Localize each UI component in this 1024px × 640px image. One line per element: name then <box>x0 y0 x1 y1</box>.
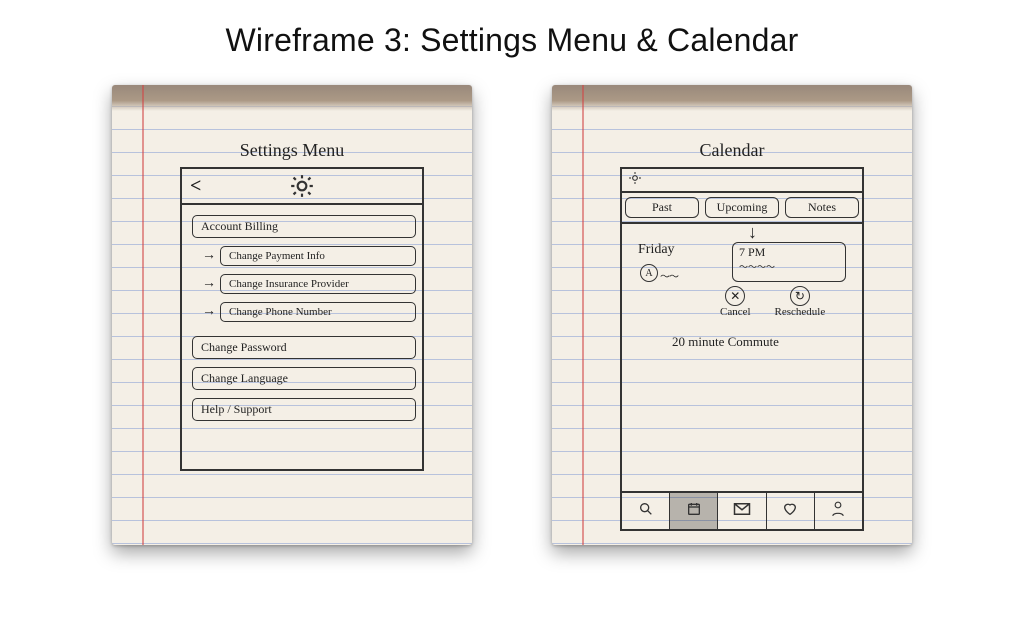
arrow-right-icon: → <box>202 276 216 292</box>
gear-icon[interactable] <box>289 173 315 204</box>
search-icon <box>638 501 654 522</box>
cancel-button[interactable]: ✕ Cancel <box>720 286 751 318</box>
cancel-label: Cancel <box>720 306 751 318</box>
tab-notes[interactable]: Notes <box>785 197 859 218</box>
calendar-icon <box>686 501 702 522</box>
menu-change-password[interactable]: Change Password <box>192 336 416 359</box>
nav-favorites[interactable] <box>767 493 815 529</box>
calendar-sketch-title: Calendar <box>552 140 912 161</box>
cancel-icon: ✕ <box>725 286 745 306</box>
tab-past[interactable]: Past <box>625 197 699 218</box>
heart-icon <box>782 501 798 522</box>
gear-icon[interactable] <box>628 171 642 190</box>
avatar-name-placeholder: ～～ <box>660 268 678 283</box>
menu-change-phone[interactable]: Change Phone Number <box>220 302 416 322</box>
calendar-tabs: Past Upcoming Notes <box>622 193 862 224</box>
arrow-right-icon: → <box>202 304 216 320</box>
menu-change-insurance[interactable]: Change Insurance Provider <box>220 274 416 294</box>
calendar-phone-frame: Past Upcoming Notes ↓ Friday A ～～ 7 PM ～… <box>620 167 864 531</box>
mail-icon <box>733 502 751 521</box>
nav-search[interactable] <box>622 493 670 529</box>
nav-calendar[interactable] <box>670 493 718 529</box>
reschedule-icon: ↻ <box>790 286 810 306</box>
menu-change-payment[interactable]: Change Payment Info <box>220 246 416 266</box>
bottom-nav <box>622 491 862 529</box>
settings-phone-frame: < Account Billing → Change Payment Info … <box>180 167 424 471</box>
calendar-sheet: Calendar Past Upcoming Notes ↓ Friday A … <box>552 85 912 545</box>
settings-sketch-title: Settings Menu <box>112 140 472 161</box>
appointment-card[interactable]: 7 PM ～～～～ <box>732 242 846 282</box>
reschedule-label: Reschedule <box>775 306 826 318</box>
avatar-icon[interactable]: A <box>640 264 658 282</box>
nav-profile[interactable] <box>815 493 862 529</box>
reschedule-button[interactable]: ↻ Reschedule <box>775 286 826 318</box>
person-icon <box>831 501 845 522</box>
appointment-time: 7 PM <box>739 245 839 260</box>
menu-account-billing[interactable]: Account Billing <box>192 215 416 238</box>
menu-help-support[interactable]: Help / Support <box>192 398 416 421</box>
settings-sheet: Settings Menu < Account Billing → Change… <box>112 85 472 545</box>
arrow-right-icon: → <box>202 248 216 264</box>
appointment-detail-placeholder: ～～～～ <box>739 260 839 273</box>
back-button[interactable]: < <box>190 175 201 198</box>
menu-change-language[interactable]: Change Language <box>192 367 416 390</box>
arrow-down-icon: ↓ <box>748 222 757 243</box>
wireframe-stage: Settings Menu < Account Billing → Change… <box>0 85 1024 545</box>
tab-upcoming[interactable]: Upcoming <box>705 197 779 218</box>
commute-note: 20 minute Commute <box>672 334 779 350</box>
day-label: Friday <box>638 242 675 258</box>
page-title: Wireframe 3: Settings Menu & Calendar <box>0 0 1024 59</box>
calendar-body: ↓ Friday A ～～ 7 PM ～～～～ ✕ Cancel ↻ Resch… <box>622 224 862 476</box>
nav-mail[interactable] <box>718 493 766 529</box>
settings-header: < <box>182 169 422 205</box>
